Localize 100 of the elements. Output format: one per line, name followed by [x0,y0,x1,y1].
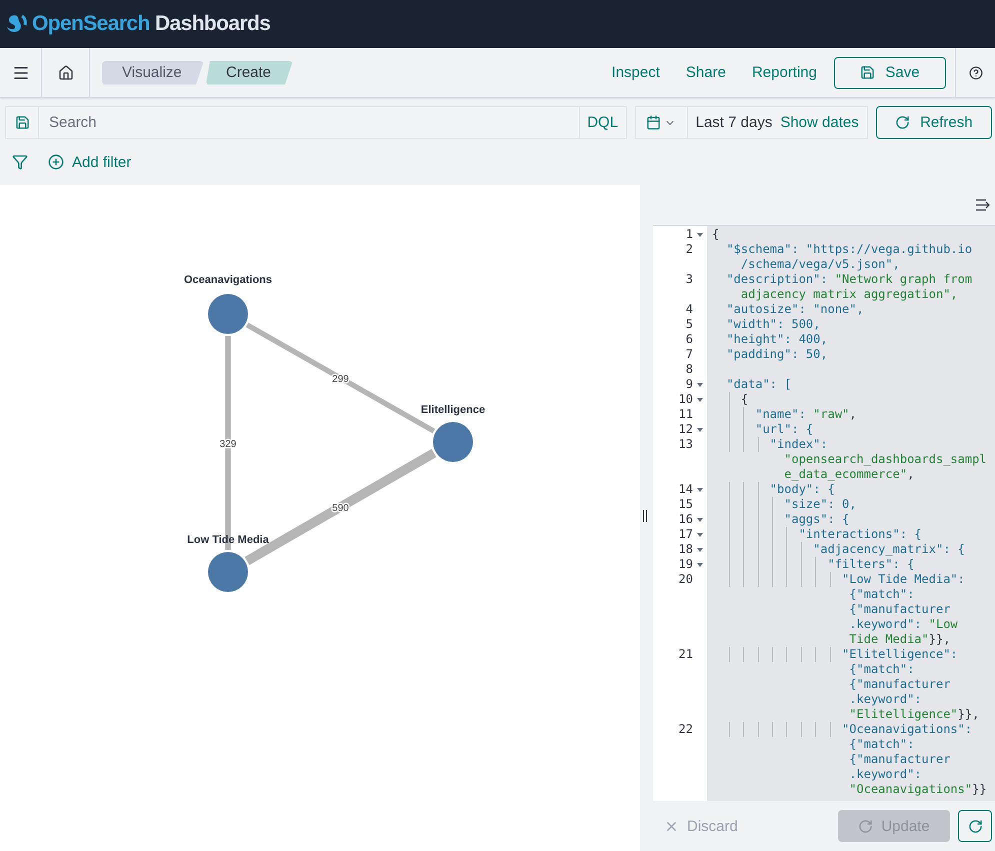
code-line: "Oceanavigations": [712,722,972,737]
filter-icon[interactable] [12,154,28,170]
line-number: 8 [686,362,693,377]
line-number: 3 [686,272,693,287]
breadcrumb[interactable]: Create [206,60,293,84]
code-line: e_data_ecommerce", [783,467,914,482]
code-line: adjacency matrix aggregation", [740,287,958,302]
code-line: "Elitelligence"}}, [848,707,980,722]
node-label: Elitelligence [420,404,486,416]
nav-link[interactable]: Inspect [612,64,660,81]
code-line: "size": 0, [712,497,856,512]
edge-label: 329 [220,439,236,450]
code-line: "name": "raw", [712,407,857,422]
search-bar[interactable]: Search DQL [5,106,627,139]
node-label: Oceanavigations [184,274,272,286]
line-number: 1 [686,227,693,242]
fold-icon[interactable] [697,562,703,566]
fold-icon[interactable] [697,398,703,402]
code-line: "Oceanavigations"}} [848,782,987,797]
line-number: 21 [678,647,693,662]
show-dates-link[interactable]: Show dates [780,107,867,138]
fold-icon[interactable] [697,428,703,432]
line-number: 4 [686,302,693,317]
code-line: {"manufacturer [848,602,950,617]
code-line: "width": 500, [725,317,820,332]
code-line: "height": 400, [725,332,828,347]
line-number: 7 [686,347,693,362]
code-line: .keyword": [848,767,922,782]
line-number: 5 [686,317,693,332]
code-line: "index": [712,437,828,452]
save-icon[interactable] [860,65,876,80]
wrap-icon[interactable] [975,199,991,211]
code-line: "Low Tide Media": [712,572,965,587]
line-number: 6 [686,332,693,347]
line-number: 18 [678,542,693,557]
line-number: 13 [678,437,693,452]
line-number: 19 [678,557,693,572]
graph-node [433,422,473,462]
code-line: "padding": 50, [725,347,828,362]
code-line: "data": [ [725,377,792,392]
code-line: {"manufacturer [848,752,950,767]
line-number: 22 [678,722,693,737]
add-filter-button[interactable]: Add filter [48,154,132,170]
refresh-icon[interactable] [968,818,982,834]
code-line: "url": { [712,422,814,437]
fold-icon[interactable] [697,488,703,492]
node-label: Low Tide Media [187,534,269,546]
resize-handle[interactable] [643,510,649,522]
line-number: 15 [678,497,693,512]
reload-button[interactable] [958,810,992,842]
line-number: 16 [678,512,693,527]
app-logo[interactable]: OpenSearch Dashboards [32,12,270,36]
line-number: 12 [678,422,693,437]
code-line: "opensearch_dashboards_sampl [783,452,987,467]
search-field[interactable]: Search [39,107,579,138]
discard-button[interactable]: Discard [654,818,748,834]
help-icon[interactable] [968,66,982,80]
fold-icon[interactable] [697,518,703,522]
graph-node [208,552,248,592]
plus-icon[interactable] [48,154,64,170]
code-line: "Elitelligence": [712,647,958,662]
breadcrumb[interactable]: Visualize [102,60,204,84]
fold-icon[interactable] [697,232,703,236]
fold-icon[interactable] [697,548,703,552]
code-line: /schema/vega/v5.json", [740,257,900,272]
home-icon[interactable] [58,64,74,80]
edge-label: 590 [332,503,349,514]
code-line: { [712,227,720,242]
line-number: 9 [686,377,693,392]
line-number: 2 [686,242,693,257]
code-line: {"match": [848,587,914,602]
code-line: { [712,392,748,407]
language-button[interactable]: DQL [578,107,626,138]
save-button[interactable]: Save [834,56,946,88]
code-line: {"match": [848,662,914,677]
code-line: "aggs": { [712,512,850,527]
code-line: {"manufacturer [848,677,950,692]
line-number: 11 [678,407,693,422]
time-range[interactable]: Last 7 days [688,107,780,138]
line-number: 17 [678,527,693,542]
line-number: 14 [678,482,693,497]
code-line: "autosize": "none", [725,302,864,317]
calendar-icon[interactable] [646,115,662,130]
code-line: "filters": { [712,557,914,572]
nav-link[interactable]: Reporting [752,64,817,81]
refresh-icon[interactable] [895,115,910,130]
line-number: 20 [678,572,693,587]
code-line: {"match": [848,737,914,752]
code-line: "adjacency_matrix": { [712,542,965,557]
fold-icon[interactable] [697,382,703,386]
code-line: .keyword": [848,692,922,707]
code-line: "interactions": { [712,527,922,542]
code-editor[interactable] [653,225,995,801]
refresh-button[interactable]: Refresh [876,106,992,139]
code-line: "body": { [712,482,835,497]
code-line: "description": "Network graph from [725,272,972,287]
code-line: Tide Media"}}, [848,632,950,647]
fold-icon[interactable] [697,532,703,536]
save-icon[interactable] [14,115,30,130]
nav-link[interactable]: Share [686,64,726,81]
